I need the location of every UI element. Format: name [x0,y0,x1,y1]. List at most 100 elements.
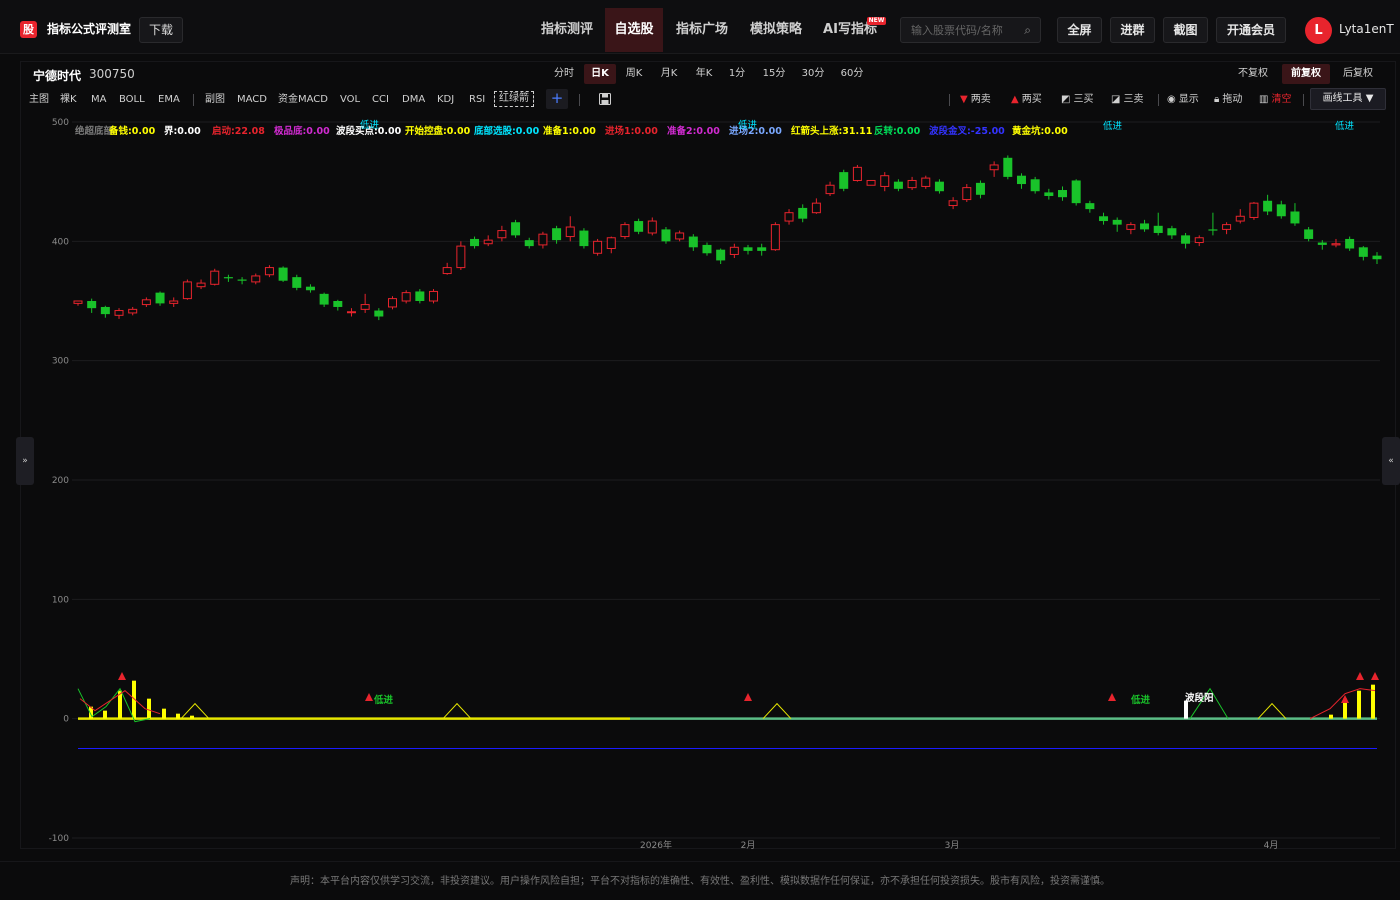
candle-body [1030,179,1040,192]
legend-item: 启动:22.08 [212,125,265,137]
candle-body [948,200,958,207]
legend-item: 红箭头上涨:31.11 [791,125,872,137]
candle-body [1071,180,1081,204]
candle-body [251,275,261,283]
y-tick-label: 0 [63,715,69,725]
candle-body [100,306,110,315]
candle-body [1304,229,1314,239]
legend-item: 底部选股:0.00 [473,125,540,137]
candle-body [552,228,562,241]
legend-item: 进场1:0.00 [605,125,658,137]
candle-body [1372,255,1382,260]
signal-bar [190,715,194,719]
candle-body [770,224,780,251]
candle-body [1331,243,1341,246]
candle-body [1140,223,1150,230]
candle-body [1153,225,1163,233]
signal-triangle [442,702,472,720]
candle-body [852,166,862,181]
legend-item: 开始控盘:0.00 [405,125,471,137]
candle-body [182,281,192,300]
signal-triangle [1257,702,1287,720]
low-entry-label: 低进 [360,119,380,131]
candle-body [264,267,274,276]
up-arrow-signal [1371,672,1379,680]
candle-body [415,291,425,301]
legend-item: 准备1:0.00 [543,125,596,137]
candle-body [333,301,343,307]
candle-body [975,182,985,195]
signal-bar [176,713,180,719]
low-entry-label: 低进 [1335,120,1355,132]
candle-body [620,224,630,238]
candle-body [1058,190,1068,198]
candle-body [934,181,944,192]
candle-body [811,202,821,214]
low-entry-signal-label: 低进 [1130,694,1151,706]
candle-body [593,240,603,254]
candle-body [360,304,370,310]
candle-body [1085,203,1095,210]
candle-body [1208,229,1218,231]
x-tick-label: 2026年 [640,839,672,851]
y-tick-label: 200 [52,476,69,486]
candle-body [1167,228,1177,236]
candle-body [579,230,589,247]
candle-body [839,172,849,189]
candle-body [1345,238,1355,249]
candle-body [319,293,329,305]
candle-body [1181,235,1191,244]
candle-body [634,221,644,232]
candle-body [702,244,712,254]
candle-body [456,245,466,269]
candle-body [210,270,220,285]
y-tick-label: 400 [52,237,69,247]
candle-body [757,247,767,251]
candle-body [893,181,903,189]
y-tick-label: 100 [52,595,69,605]
candle-body [305,286,315,291]
candle-body [497,230,507,239]
candle-body [798,207,808,219]
legend-item: 黄金坑:0.00 [1012,125,1068,137]
signal-bar [103,710,107,719]
signal-line-red [1309,688,1376,720]
up-arrow-signal [365,693,373,701]
candle-body [921,177,931,187]
candle-body [429,290,439,302]
candle-body [128,308,138,314]
up-arrow-signal [744,693,752,701]
candle-body [675,232,685,240]
legend-item: 界:0.00 [164,126,201,137]
candle-body [1222,224,1232,230]
candle-body [346,311,356,314]
kline-chart[interactable]: 500 400 300 200 100 0 -100 2026年 2月 3月 4月 绝超底部备钱:0.… [0,0,1400,900]
signal-bar [1329,714,1333,719]
candle-body [1112,219,1122,225]
legend-item: 波段金叉:-25.00 [929,125,1005,137]
candle-body [1290,211,1300,224]
legend-item: 极品底:0.00 [274,125,330,137]
legend-item: 准备2:0.00 [667,125,720,137]
candle-body [374,310,384,317]
candle-body [470,238,480,247]
candle-body [387,298,397,308]
candle-body [825,184,835,195]
candle-body [989,164,999,171]
candle-body [524,240,534,247]
x-tick-label: 4月 [1264,840,1279,851]
candle-body [1016,175,1026,185]
low-entry-label: 低进 [1103,120,1123,132]
candle-body [1317,242,1327,245]
candle-body [716,249,726,261]
candle-body [401,292,411,302]
candle-body [483,239,493,245]
legend-item: 绝超底部 [75,125,114,137]
low-entry-signal-label: 低进 [373,694,394,706]
candle-body [784,212,794,222]
candle-body [1249,202,1259,218]
candle-body [962,187,972,201]
candle-body [866,179,876,186]
candle-body [688,236,698,248]
candle-body [223,277,233,279]
